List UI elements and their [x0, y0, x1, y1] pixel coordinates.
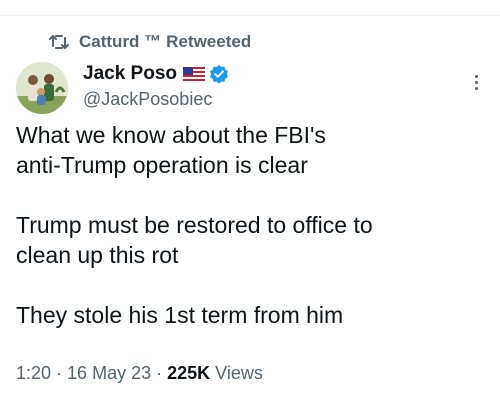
display-name[interactable]: Jack Poso — [83, 63, 177, 85]
retweet-context[interactable]: Catturd ™ Retweeted — [49, 31, 251, 53]
tweet-line: Trump must be restored to office to — [16, 212, 373, 238]
tweet-meta: 1:20 · 16 May 23 · 225K Views — [16, 363, 263, 384]
tweet-line: What we know about the FBI's — [16, 122, 326, 148]
retweeted-label: Retweeted — [166, 32, 252, 51]
separator: · — [156, 363, 163, 383]
tweet-line: anti-Trump operation is clear — [16, 152, 308, 178]
tweet-time[interactable]: 1:20 — [16, 363, 51, 384]
retweeter-name[interactable]: Catturd ™ — [79, 32, 161, 52]
views-count: 225K — [167, 363, 211, 383]
tweet-date[interactable]: 16 May 23 — [67, 363, 151, 384]
tweet-text: What we know about the FBI's anti-Trump … — [16, 120, 486, 330]
tweet-line: clean up this rot — [16, 242, 179, 268]
handle[interactable]: @JackPosobiec — [83, 89, 229, 110]
more-icon — [474, 74, 478, 78]
more-options-button[interactable] — [466, 70, 486, 94]
separator: · — [56, 363, 63, 383]
verified-badge-icon — [209, 64, 229, 84]
retweet-icon — [49, 34, 69, 50]
tweet-detail: Catturd ™ Retweeted Jack Poso @JackPosob… — [0, 0, 500, 395]
divider — [0, 15, 500, 16]
author-block: Jack Poso @JackPosobiec — [83, 62, 229, 110]
avatar[interactable] — [16, 62, 68, 114]
tweet-line: They stole his 1st term from him — [16, 302, 344, 328]
views-label: Views — [215, 363, 263, 383]
us-flag-icon — [183, 66, 205, 82]
